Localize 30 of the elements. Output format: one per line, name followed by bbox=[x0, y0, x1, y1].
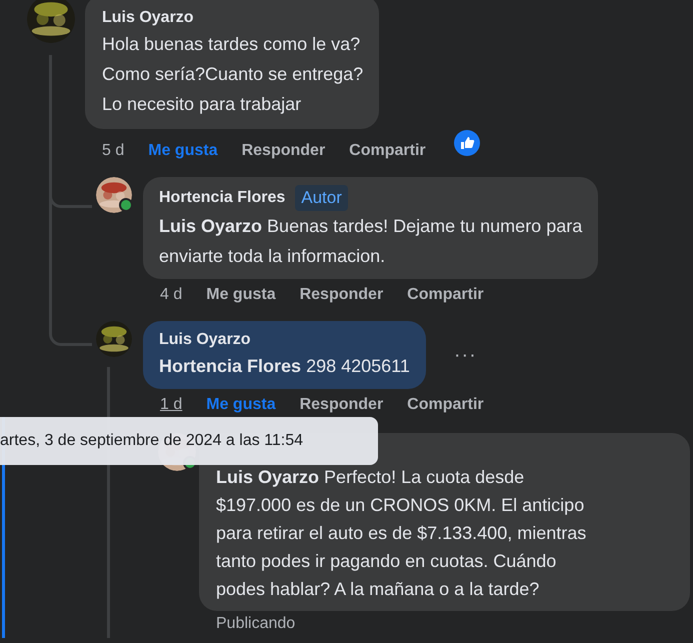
share-link[interactable]: Compartir bbox=[349, 142, 426, 160]
comment-text: Como sería?Cuanto se entrega? bbox=[102, 63, 364, 86]
comment-text: Lo necesito para trabajar bbox=[102, 93, 302, 116]
author-badge: Autor bbox=[295, 185, 348, 211]
timestamp-link[interactable]: 4 d bbox=[160, 286, 182, 304]
reply-link[interactable]: Responder bbox=[242, 142, 326, 160]
author-name[interactable]: Luis Oyarzo bbox=[102, 7, 194, 29]
author-name[interactable]: Hortencia Flores bbox=[159, 187, 286, 209]
comment-text: para retirar el auto es de $7.133.400, mientras bbox=[216, 522, 588, 545]
share-link[interactable]: Compartir bbox=[407, 396, 484, 414]
reply-link[interactable]: Responder bbox=[300, 286, 384, 304]
comment-text: Hortencia Flores 298 4205611 bbox=[159, 355, 410, 378]
share-link[interactable]: Compartir bbox=[407, 286, 484, 304]
comment-text: enviarte toda la informacion. bbox=[159, 245, 386, 268]
comment-text: Hola buenas tardes como le va? bbox=[102, 33, 362, 56]
comment-text: Luis Oyarzo Buenas tardes! Dejame tu numero para bbox=[159, 215, 582, 238]
like-link[interactable]: Me gusta bbox=[206, 396, 276, 414]
like-link[interactable]: Me gusta bbox=[148, 142, 218, 160]
date-tooltip: artes, 3 de septiembre de 2024 a las 11:54 bbox=[0, 417, 378, 465]
author-name[interactable]: Luis Oyarzo bbox=[159, 329, 251, 351]
timestamp-link[interactable]: 5 d bbox=[102, 142, 124, 160]
comment-text: podes hablar? A la mañana o a la tarde? bbox=[216, 578, 540, 601]
comment-text: Luis Oyarzo Perfecto! La cuota desde bbox=[216, 466, 526, 489]
more-options-button[interactable]: ··· bbox=[454, 344, 477, 366]
comment-text: tanto podes ir pagando en cuotas. Cuándo bbox=[216, 550, 558, 573]
reply-link[interactable]: Responder bbox=[300, 396, 384, 414]
posting-status: Publicando bbox=[215, 615, 296, 633]
like-link[interactable]: Me gusta bbox=[206, 286, 276, 304]
timestamp-link[interactable]: 1 d bbox=[160, 396, 182, 414]
comment-text: $197.000 es de un CRONOS 0KM. El anticipo bbox=[216, 494, 586, 517]
